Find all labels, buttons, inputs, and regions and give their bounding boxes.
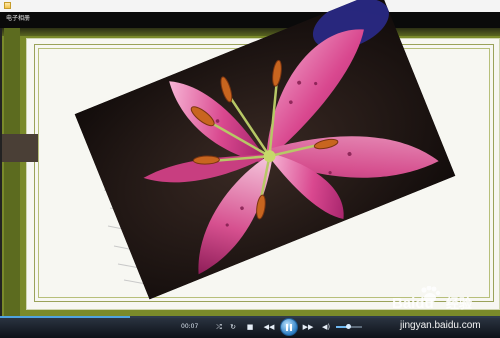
stop-icon[interactable]: ■	[244, 321, 256, 333]
pause-icon	[286, 323, 288, 331]
watermark-suffix: 经验	[446, 296, 473, 311]
pause-icon-bar	[290, 323, 292, 331]
watermark-url: jingyan.baidu.com	[399, 320, 481, 331]
page-tab-handle[interactable]	[2, 134, 38, 162]
volume-slider[interactable]	[336, 324, 362, 329]
app-icon[interactable]	[4, 2, 11, 9]
menu-strip: 电子相册	[0, 12, 500, 28]
album-tab-label[interactable]: 电子相册	[6, 14, 30, 24]
next-icon[interactable]: ▶▶	[302, 321, 314, 333]
volume-slider-knob[interactable]	[345, 324, 351, 329]
repeat-icon[interactable]: ↻	[227, 321, 239, 333]
shuffle-icon[interactable]: ⤮	[213, 321, 225, 333]
baidu-jingyan-watermark: Baidu 经验 jingyan.baidu.com	[392, 286, 481, 331]
album-spine	[4, 28, 20, 316]
pause-button[interactable]	[280, 318, 298, 336]
elapsed-time: 00:07	[181, 323, 199, 330]
volume-icon[interactable]: ◀)	[320, 321, 332, 333]
previous-icon[interactable]: ◀◀	[263, 321, 275, 333]
frame-top-shade	[2, 28, 500, 36]
title-bar	[0, 0, 500, 12]
watermark-brand: Baidu	[392, 295, 434, 312]
